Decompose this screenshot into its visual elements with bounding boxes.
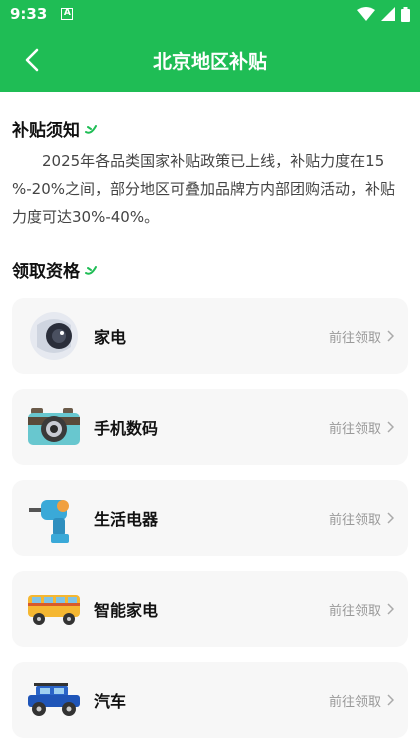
status-icons bbox=[357, 6, 410, 22]
chevron-right-icon bbox=[387, 603, 394, 615]
eligibility-title: 领取资格 bbox=[12, 262, 80, 282]
speaker-icon bbox=[26, 308, 82, 364]
status-bar: 9:33 A bbox=[0, 0, 420, 28]
eligibility-item-digital[interactable]: 手机数码 前往领取 bbox=[12, 389, 408, 465]
back-button[interactable] bbox=[18, 46, 46, 74]
bus-icon bbox=[26, 581, 82, 637]
claim-link-label: 前往领取 bbox=[328, 421, 381, 437]
item-label: 智能家电 bbox=[94, 601, 159, 620]
eligibility-item-car[interactable]: 汽车 前往领取 bbox=[12, 662, 408, 738]
claim-link-label: 前往领取 bbox=[328, 603, 381, 619]
battery-icon bbox=[401, 6, 410, 22]
main-content: 补贴须知 2025年各品类国家补贴政策已上线，补贴力度在15 %-20%之间，部… bbox=[0, 116, 420, 738]
claim-link[interactable]: 前往领取 bbox=[329, 327, 394, 346]
status-time: 9:33 bbox=[10, 5, 48, 23]
chevron-right-icon bbox=[387, 421, 394, 433]
drill-icon bbox=[26, 490, 82, 546]
claim-link-label: 前往领取 bbox=[328, 694, 381, 710]
claim-link[interactable]: 前往领取 bbox=[329, 418, 394, 437]
claim-link[interactable]: 前往领取 bbox=[329, 600, 394, 619]
leaf-deco-icon bbox=[85, 124, 97, 134]
item-label: 家电 bbox=[94, 328, 127, 347]
wifi-icon bbox=[357, 7, 375, 21]
notice-section-title: 补贴须知 bbox=[12, 116, 408, 141]
notification-a-icon: A bbox=[61, 8, 74, 20]
claim-link-label: 前往领取 bbox=[328, 330, 381, 346]
item-label: 汽车 bbox=[94, 692, 127, 711]
chevron-left-icon bbox=[25, 48, 39, 72]
page-title: 北京地区补贴 bbox=[152, 50, 267, 73]
item-label: 手机数码 bbox=[94, 419, 159, 438]
notice-body: 2025年各品类国家补贴政策已上线，补贴力度在15 %-20%之间，部分地区可叠… bbox=[12, 152, 396, 226]
chevron-right-icon bbox=[387, 512, 394, 524]
camera-icon bbox=[26, 399, 82, 455]
chevron-right-icon bbox=[387, 330, 394, 342]
chevron-right-icon bbox=[387, 694, 394, 706]
claim-link[interactable]: 前往领取 bbox=[329, 509, 394, 528]
eligibility-item-smart-appliances[interactable]: 智能家电 前往领取 bbox=[12, 571, 408, 647]
eligibility-item-home-electrics[interactable]: 生活电器 前往领取 bbox=[12, 480, 408, 556]
signal-icon bbox=[381, 7, 395, 21]
notice-title: 补贴须知 bbox=[12, 121, 80, 141]
jeep-icon bbox=[26, 672, 82, 728]
app-header: 北京地区补贴 bbox=[0, 28, 420, 92]
claim-link[interactable]: 前往领取 bbox=[329, 691, 394, 710]
claim-link-label: 前往领取 bbox=[328, 512, 381, 528]
item-label: 生活电器 bbox=[94, 510, 159, 529]
eligibility-item-appliances[interactable]: 家电 前往领取 bbox=[12, 298, 408, 374]
leaf-deco-icon bbox=[85, 265, 97, 275]
eligibility-section-title: 领取资格 bbox=[12, 257, 408, 282]
